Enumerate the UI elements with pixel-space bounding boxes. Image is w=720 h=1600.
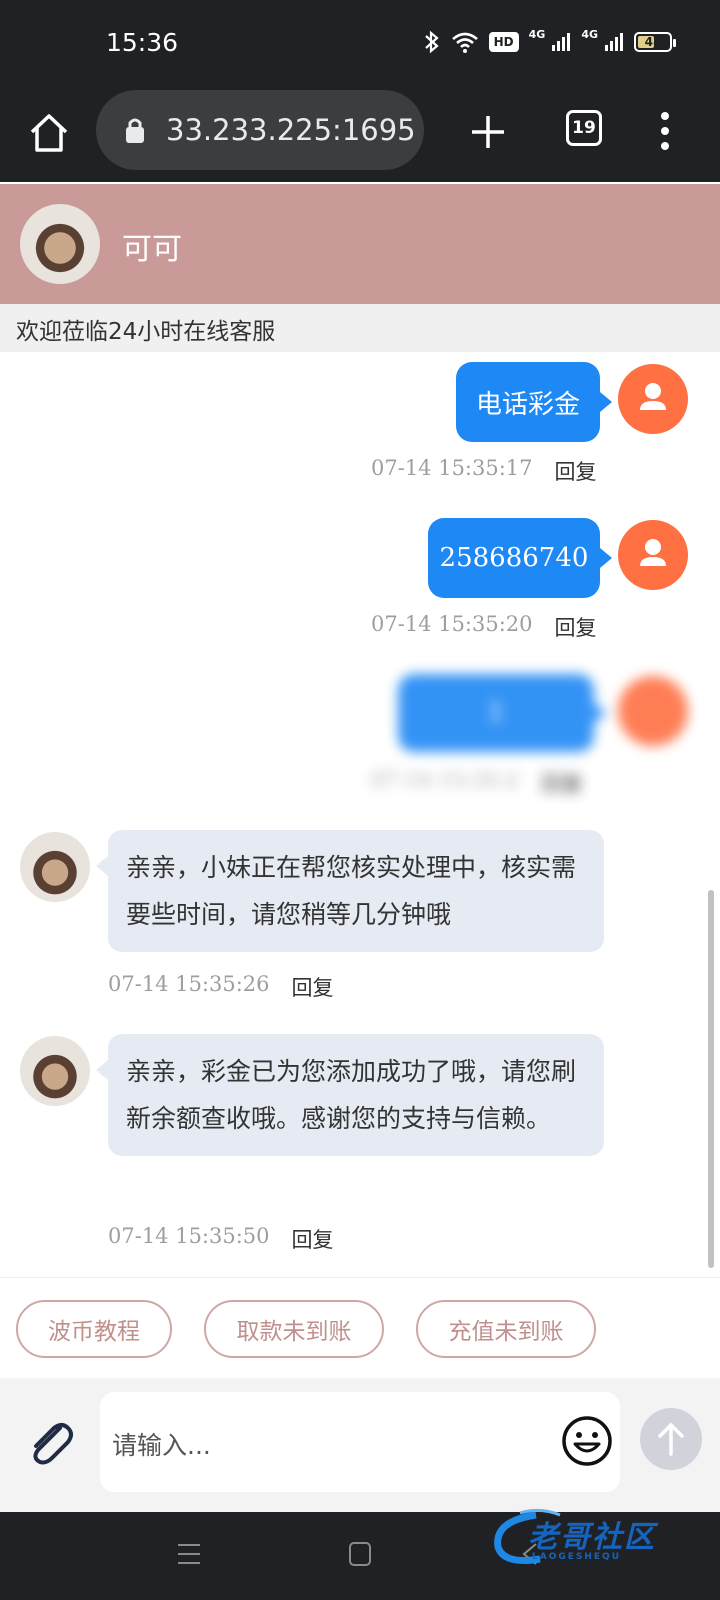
- outgoing-message: 258686740: [428, 518, 612, 598]
- network-label-1: 4G: [528, 27, 546, 41]
- reply-link[interactable]: 回复: [292, 972, 334, 1002]
- message-time: 07-14 15:35:26: [108, 972, 270, 996]
- welcome-bar: 欢迎莅临24小时在线客服: [0, 304, 720, 352]
- message-time: 07-14 15:35:20: [371, 612, 533, 636]
- emoji-icon[interactable]: [560, 1414, 614, 1468]
- watermark-text: 老哥社区: [528, 1520, 656, 1555]
- battery-level: 48: [644, 35, 662, 49]
- message-meta: 07-14 15:35:2 回复: [371, 768, 583, 798]
- status-icons: HD 4G 4G 48: [423, 27, 676, 54]
- message-time: 07-14 15:35:17: [371, 456, 533, 480]
- input-placeholder: 请输入...: [112, 1431, 211, 1460]
- scrollbar[interactable]: [708, 890, 714, 1268]
- agent-avatar: [20, 204, 100, 284]
- address-bar[interactable]: 33.233.225:1695: [96, 90, 424, 170]
- quick-reply-tutorial[interactable]: 波币教程: [16, 1300, 172, 1358]
- recents-icon[interactable]: [176, 1542, 202, 1566]
- reply-link[interactable]: 回复: [555, 456, 597, 486]
- quick-reply-withdrawal[interactable]: 取款未到账: [204, 1300, 384, 1358]
- message-meta: 07-14 15:35:50 回复: [108, 1224, 334, 1254]
- lock-icon: [126, 118, 144, 143]
- quick-reply-deposit[interactable]: 充值未到账: [416, 1300, 596, 1358]
- outgoing-message: 1: [398, 674, 606, 752]
- bluetooth-icon: [424, 30, 439, 54]
- welcome-text: 欢迎莅临24小时在线客服: [16, 319, 276, 345]
- message-list[interactable]: 电话彩金 07-14 15:35:17 回复 258686740 07-14 1…: [0, 352, 708, 1277]
- agent-avatar: [20, 832, 90, 902]
- new-tab-icon[interactable]: [464, 108, 512, 156]
- user-avatar: [618, 520, 688, 590]
- send-button[interactable]: [640, 1408, 702, 1470]
- quick-reply-bar: 波币教程 取款未到账 充值未到账: [0, 1277, 720, 1377]
- home-nav-icon[interactable]: [349, 1542, 371, 1566]
- status-bar: 15:36 HD 4G 4G 48: [0, 0, 720, 86]
- incoming-message: 亲亲，小妹正在帮您核实处理中，核实需要些时间，请您稍等几分钟哦: [96, 830, 604, 952]
- network-label-2: 4G: [581, 27, 598, 41]
- message-time: 07-14 15:35:2: [371, 768, 520, 792]
- input-area: 请输入...: [0, 1378, 720, 1512]
- user-icon: [640, 539, 666, 566]
- chat-header: 可可: [0, 184, 720, 304]
- user-icon: [640, 383, 666, 410]
- reply-link[interactable]: 回复: [292, 1224, 334, 1254]
- message-meta: 07-14 15:35:17 回复: [371, 456, 597, 486]
- user-avatar: [618, 364, 688, 434]
- arrow-up-icon: [658, 1422, 684, 1456]
- reply-link[interactable]: 回复: [555, 612, 597, 642]
- watermark-subtext: LAOGESHEQU: [532, 1552, 622, 1562]
- outgoing-message: 电话彩金: [456, 362, 612, 442]
- screen: 15:36 HD 4G 4G 48 33.233.225:1695 19 可可: [0, 0, 720, 1600]
- agent-avatar: [20, 1036, 90, 1106]
- browser-toolbar: 33.233.225:1695 19: [0, 86, 720, 182]
- wifi-icon: [451, 32, 478, 53]
- home-icon[interactable]: [24, 108, 74, 158]
- signal-icon: [605, 33, 623, 51]
- incoming-message: 亲亲，彩金已为您添加成功了哦，请您刷新余额查收哦。感谢您的支持与信赖。: [96, 1034, 604, 1156]
- tab-switcher-button[interactable]: 19: [566, 110, 602, 146]
- user-avatar: [618, 676, 688, 746]
- battery-icon: 48: [634, 32, 676, 52]
- url-text: 33.233.225:1695: [166, 113, 416, 147]
- signal-icon: [552, 33, 571, 51]
- status-time: 15:36: [106, 28, 179, 57]
- message-meta: 07-14 15:35:26 回复: [108, 972, 334, 1002]
- message-meta: 07-14 15:35:20 回复: [371, 612, 597, 642]
- paperclip-icon[interactable]: [22, 1414, 78, 1470]
- hd-badge: HD: [488, 32, 519, 52]
- message-input[interactable]: 请输入...: [100, 1392, 620, 1492]
- agent-name: 可可: [122, 232, 182, 267]
- reply-link[interactable]: 回复: [541, 768, 583, 798]
- message-time: 07-14 15:35:50: [108, 1224, 270, 1248]
- more-menu-icon[interactable]: [650, 106, 680, 156]
